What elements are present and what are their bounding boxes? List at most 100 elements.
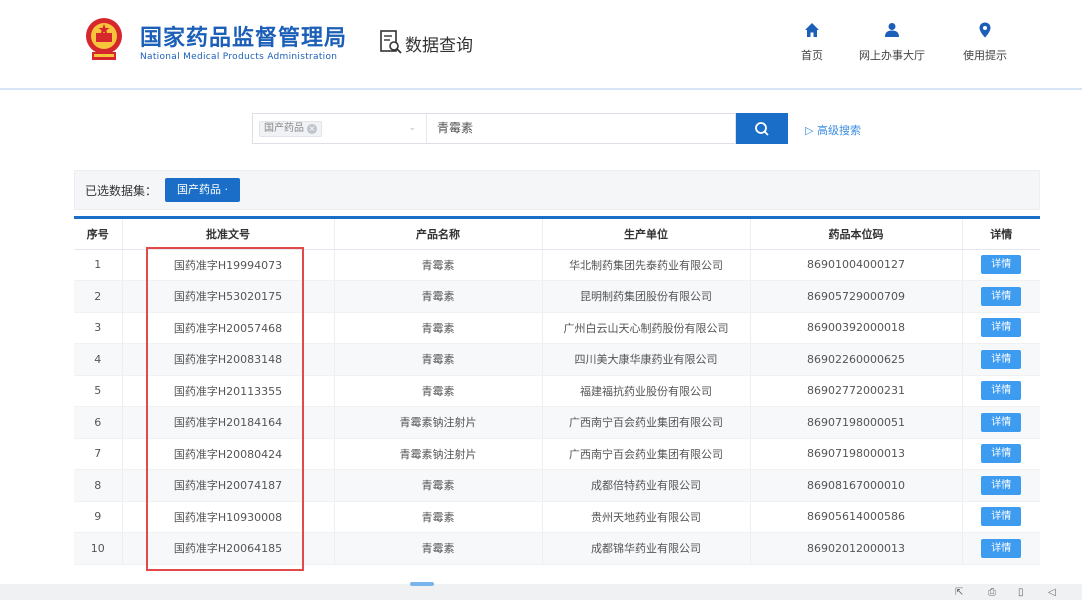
row-approval-number: 国药准字H20080424 <box>122 438 335 470</box>
row-no: 10 <box>74 532 123 565</box>
national-emblem-icon <box>86 18 122 60</box>
row-manufacturer: 成都倍特药业有限公司 <box>542 469 751 502</box>
col-header-maker: 生产单位 <box>542 219 751 250</box>
row-product-name: 青霉素 <box>334 249 543 281</box>
row-approval-number: 国药准字H20083148 <box>122 343 335 376</box>
row-manufacturer: 广西南宁百会药业集团有限公司 <box>542 438 751 470</box>
detail-button[interactable]: 详情 <box>981 255 1022 275</box>
data-query-icon <box>380 30 402 54</box>
detail-button[interactable]: 详情 <box>981 318 1022 338</box>
selected-dataset-tag[interactable]: 国产药品 · <box>165 178 240 202</box>
category-select[interactable]: 国产药品 × ⌄ <box>252 113 426 144</box>
row-product-name: 青霉素 <box>334 469 543 502</box>
row-no: 6 <box>74 406 123 439</box>
row-product-name: 青霉素 <box>334 312 543 344</box>
row-manufacturer: 广西南宁百会药业集团有限公司 <box>542 406 751 439</box>
row-product-name: 青霉素 <box>334 343 543 376</box>
row-manufacturer: 四川美大康华康药业有限公司 <box>542 343 751 376</box>
row-drug-code: 86901004000127 <box>750 249 963 281</box>
row-product-name: 青霉素 <box>334 532 543 565</box>
tag-close-icon[interactable]: × <box>307 124 317 134</box>
nav-home-label: 首页 <box>801 49 823 62</box>
row-approval-number: 国药准字H53020175 <box>122 280 335 313</box>
search-bar: 国产药品 × ⌄ 青霉素 <box>252 113 788 144</box>
filter-bar: 已选数据集： 国产药品 · <box>74 170 1040 210</box>
detail-button[interactable]: 详情 <box>981 444 1022 464</box>
user-icon <box>885 23 899 37</box>
home-icon <box>805 23 819 37</box>
col-header-approval: 批准文号 <box>122 219 335 250</box>
row-drug-code: 86902772000231 <box>750 375 963 407</box>
header-divider <box>0 88 1082 90</box>
detail-button[interactable]: 详情 <box>981 507 1022 527</box>
row-no: 2 <box>74 280 123 313</box>
table-row: 5 国药准字H20113355 青霉素 福建福抗药业股份有限公司 86902772000… <box>74 375 1040 407</box>
search-button[interactable] <box>736 113 788 144</box>
row-no: 8 <box>74 469 123 502</box>
page-title: 数据查询 <box>405 36 473 56</box>
nav-home[interactable]: 首页 <box>772 22 852 63</box>
row-detail-cell: 详情 <box>962 532 1040 565</box>
row-manufacturer: 广州白云山天心制药股份有限公司 <box>542 312 751 344</box>
row-detail-cell: 详情 <box>962 343 1040 376</box>
nav-usage-tips-label: 使用提示 <box>963 49 1007 62</box>
table-row: 6 国药准字H20184164 青霉素钠注射片 广西南宁百会药业集团有限公司 86907… <box>74 406 1040 439</box>
detail-button[interactable]: 详情 <box>981 381 1022 401</box>
row-drug-code: 86905729000709 <box>750 280 963 313</box>
row-approval-number: 国药准字H20057468 <box>122 312 335 344</box>
row-detail-cell: 详情 <box>962 406 1040 439</box>
tray-icon-4[interactable]: ◁ <box>1048 587 1056 598</box>
row-manufacturer: 华北制药集团先泰药业有限公司 <box>542 249 751 281</box>
table-row: 8 国药准字H20074187 青霉素 成都倍特药业有限公司 8690816700001… <box>74 469 1040 502</box>
row-detail-cell: 详情 <box>962 501 1040 533</box>
detail-button[interactable]: 详情 <box>981 286 1022 306</box>
detail-button[interactable]: 详情 <box>981 412 1022 432</box>
row-no: 9 <box>74 501 123 533</box>
row-manufacturer: 福建福抗药业股份有限公司 <box>542 375 751 407</box>
row-no: 3 <box>74 312 123 344</box>
bottom-bar <box>0 584 1082 600</box>
tray-icon-3[interactable]: ▯ <box>1018 587 1024 598</box>
row-manufacturer: 昆明制药集团股份有限公司 <box>542 280 751 313</box>
table-row: 9 国药准字H10930008 青霉素 贵州天地药业有限公司 8690561400058… <box>74 501 1040 533</box>
chevron-down-icon: ⌄ <box>408 123 416 133</box>
detail-button[interactable]: 详情 <box>981 538 1022 558</box>
results-table: 序号 批准文号 产品名称 生产单位 药品本位码 详情 1 国药准字H1999407… <box>74 216 1040 565</box>
col-header-product: 产品名称 <box>334 219 543 250</box>
row-detail-cell: 详情 <box>962 280 1040 313</box>
search-input[interactable]: 青霉素 <box>426 113 736 144</box>
row-product-name: 青霉素钠注射片 <box>334 438 543 470</box>
row-detail-cell: 详情 <box>962 312 1040 344</box>
row-manufacturer: 成都锦华药业有限公司 <box>542 532 751 565</box>
scrollbar-thumb[interactable] <box>410 582 434 586</box>
search-icon <box>755 122 769 136</box>
advanced-search-icon: ▷ <box>805 124 817 137</box>
advanced-search-label: 高级搜索 <box>816 124 861 137</box>
row-product-name: 青霉素 <box>334 501 543 533</box>
table-row: 3 国药准字H20057468 青霉素 广州白云山天心制药股份有限公司 86900392… <box>74 312 1040 344</box>
detail-button[interactable]: 详情 <box>981 349 1022 369</box>
row-detail-cell: 详情 <box>962 375 1040 407</box>
category-tag[interactable]: 国产药品 × <box>259 121 322 137</box>
table-row: 2 国药准字H53020175 青霉素 昆明制药集团股份有限公司 86905729000… <box>74 280 1040 313</box>
col-header-code: 药品本位码 <box>750 219 963 250</box>
row-product-name: 青霉素钠注射片 <box>334 406 543 439</box>
tray-icon-1[interactable]: ⇱ <box>955 587 963 598</box>
table-row: 10 国药准字H20064185 青霉素 成都锦华药业有限公司 869020120000… <box>74 532 1040 565</box>
tray-icon-2[interactable]: ⎙ <box>988 587 996 598</box>
row-drug-code: 86900392000018 <box>750 312 963 344</box>
table-header-row: 序号 批准文号 产品名称 生产单位 药品本位码 详情 <box>74 219 1040 250</box>
row-approval-number: 国药准字H10930008 <box>122 501 335 533</box>
filter-label: 已选数据集： <box>85 184 158 198</box>
row-approval-number: 国药准字H20064185 <box>122 532 335 565</box>
row-no: 7 <box>74 438 123 470</box>
detail-button[interactable]: 详情 <box>981 475 1022 495</box>
org-name-en: National Medical Products Administration <box>140 52 338 62</box>
row-product-name: 青霉素 <box>334 375 543 407</box>
nav-usage-tips[interactable]: 使用提示 <box>945 22 1025 63</box>
advanced-search-link[interactable]: ▷ 高级搜索 <box>805 122 861 138</box>
location-pin-icon <box>979 22 991 38</box>
nav-online-hall[interactable]: 网上办事大厅 <box>852 22 932 63</box>
nav-online-hall-label: 网上办事大厅 <box>859 49 925 62</box>
row-detail-cell: 详情 <box>962 469 1040 502</box>
